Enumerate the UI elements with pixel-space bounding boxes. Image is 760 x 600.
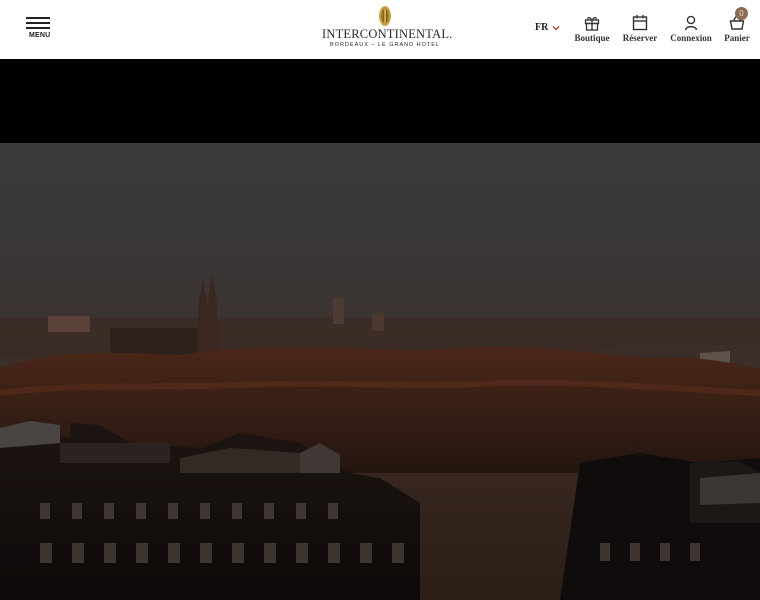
user-icon	[684, 15, 698, 31]
calendar-icon	[632, 15, 648, 31]
hamburger-icon	[26, 17, 50, 19]
video-letterbox-band	[0, 59, 760, 143]
language-label: FR	[535, 22, 549, 33]
hamburger-bar	[26, 22, 50, 24]
nav-boutique-label: Boutique	[574, 33, 610, 43]
nav-panier-label: Panier	[724, 33, 750, 43]
cart-count-badge: 0	[735, 7, 748, 20]
gift-icon	[584, 16, 600, 31]
menu-button[interactable]: MENU	[26, 17, 52, 41]
logo-name: INTERCONTINENTAL.	[322, 27, 453, 41]
nav-boutique[interactable]: Boutique	[572, 14, 612, 43]
language-selector[interactable]: FR	[535, 22, 560, 33]
logo-emblem-icon	[379, 6, 391, 26]
nav-reserver-label: Réserver	[622, 33, 658, 43]
chevron-down-icon	[552, 25, 560, 30]
hamburger-bar	[26, 27, 50, 29]
hotel-logo[interactable]: INTERCONTINENTAL. BORDEAUX – LE GRAND HO…	[322, 5, 453, 55]
hero-cityscape-illustration	[0, 143, 760, 600]
nav-connexion-label: Connexion	[670, 33, 712, 43]
site-header: MENU INTERCONTINENTAL. BORDEAUX – LE GRA…	[0, 0, 760, 59]
hero-image	[0, 143, 760, 600]
menu-label: MENU	[29, 32, 51, 39]
nav-connexion[interactable]: Connexion	[667, 14, 715, 43]
nav-reserver[interactable]: Réserver	[620, 14, 660, 43]
logo-subtitle: BORDEAUX – LE GRAND HOTEL	[330, 42, 440, 48]
